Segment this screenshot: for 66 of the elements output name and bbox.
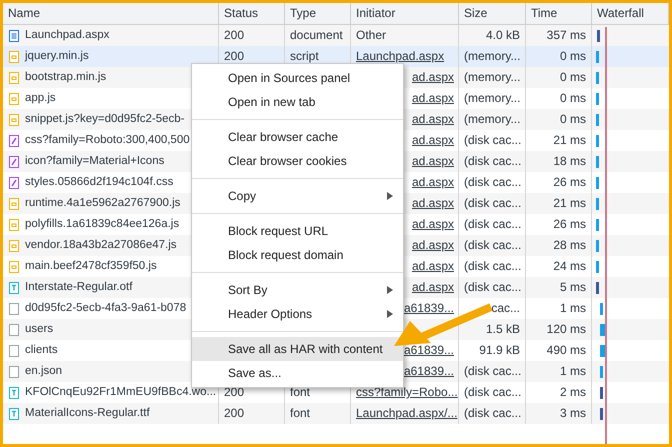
time-text: 120 ms [546,322,586,336]
time-text: 24 ms [553,259,586,273]
time-text: 26 ms [553,175,586,189]
status-code: 200 [224,28,244,42]
size-text: (memory... [464,49,520,63]
size-text: (disk cac... [464,259,522,273]
resource-type: script [290,49,319,63]
resource-type: font [290,385,310,399]
status-code: 200 [224,406,244,420]
resource-type: font [290,406,310,420]
status-code: 200 [224,49,244,63]
file-name: styles.05866d2f194c104f.css [25,175,174,190]
initiator-text: Other [356,28,386,42]
time-text: 1 ms [560,301,586,315]
size-text: (memory... [464,112,520,126]
file-name: runtime.4a1e5962a2767900.js [25,196,180,211]
time-text: 5 ms [560,280,586,294]
file-name: clients [25,343,58,358]
file-name: polyfills.1a61839c84ee126a.js [25,217,180,232]
size-text: (disk cac... [464,217,522,231]
time-text: 0 ms [560,70,586,84]
time-text: 490 ms [546,343,586,357]
file-name: icon?family=Material+Icons [25,154,164,169]
size-text: (disk cac... [464,406,522,420]
size-text: (disk cac... [464,238,522,252]
size-text: (disk cac... [464,133,522,147]
time-text: 1 ms [560,364,586,378]
size-text: (disk cac... [464,196,522,210]
file-name: app.js [25,91,56,106]
time-text: 21 ms [553,196,586,210]
file-name: KFOlCnqEu92Fr1MmEU9fBBc4.wo... [25,385,216,400]
size-text: 91.9 kB [479,343,520,357]
file-name: users [25,322,54,337]
time-text: 2 ms [560,385,586,399]
time-text: 26 ms [553,217,586,231]
size-text: 1.5 kB [486,322,520,336]
file-name: Interstate-Regular.otf [25,280,132,295]
time-text: 0 ms [560,49,586,63]
time-text: 0 ms [560,91,586,105]
file-name: vendor.18a43b2a27086e47.js [25,238,177,253]
file-name: snippet.js?key=d0d95fc2-5ecb- [25,112,185,127]
file-name: bootstrap.min.js [25,70,106,85]
size-text: cac... [491,301,520,315]
file-name: Launchpad.aspx [25,28,110,43]
status-code: 200 [224,385,244,399]
time-text: 357 ms [546,28,586,42]
size-text: (disk cac... [464,385,522,399]
time-text: 18 ms [553,154,586,168]
file-name: MaterialIcons-Regular.ttf [25,406,150,421]
time-text: 21 ms [553,133,586,147]
time-text: 0 ms [560,112,586,126]
size-text: (disk cac... [464,175,522,189]
size-text: (disk cac... [464,364,522,378]
file-name: jquery.min.js [25,49,89,64]
size-text: 4.0 kB [486,28,520,42]
file-name: main.beef2478cf359f50.js [25,259,157,274]
file-name: d0d95fc2-5ecb-4fa3-9a61-b078 [25,301,186,316]
file-name: css?family=Roboto:300,400,500 [25,133,190,148]
size-text: (memory... [464,91,520,105]
size-text: (memory... [464,70,520,84]
size-text: (disk cac... [464,280,522,294]
size-text: (disk cac... [464,154,522,168]
time-text: 28 ms [553,238,586,252]
time-text: 3 ms [560,406,586,420]
file-name: en.json [25,364,62,379]
resource-type: document [290,28,343,42]
